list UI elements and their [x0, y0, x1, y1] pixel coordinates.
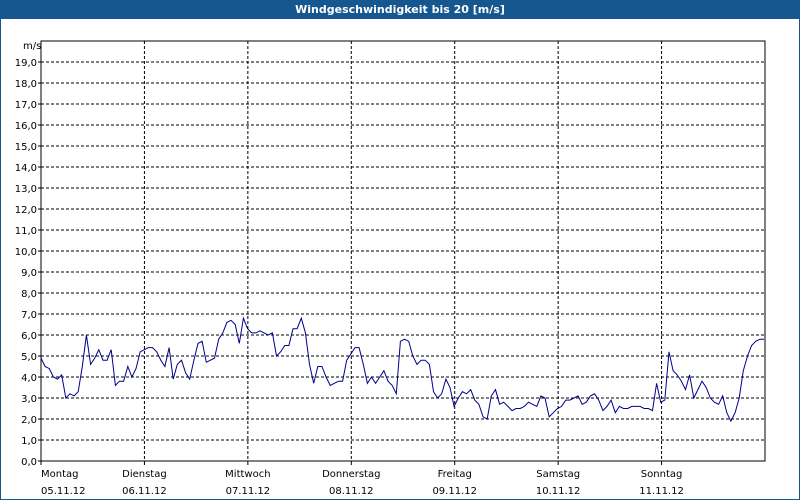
- x-tick-day: Donnerstag: [322, 469, 380, 480]
- x-tick-date: 07.11.12: [226, 486, 271, 497]
- x-tick-day: Dienstag: [122, 469, 167, 480]
- y-tick-label: 3,0: [21, 394, 37, 405]
- y-tick-label: 13,0: [15, 184, 37, 195]
- y-tick-label: 9,0: [21, 268, 37, 279]
- wind-speed-chart: 0,0 1,0 2,0 3,0 4,0 5,0 6,0 7,0 8,0 9,0 10,0 11,0 12…: [15, 40, 766, 497]
- x-tick-day: Samstag: [536, 469, 580, 480]
- x-tick-day: Freitag: [438, 469, 472, 480]
- x-tick-date: 10.11.12: [536, 486, 581, 497]
- y-tick-label: 14,0: [15, 163, 37, 174]
- y-tick-label: 8,0: [21, 289, 37, 300]
- y-tick-label: 10,0: [15, 247, 37, 258]
- x-tick-date: 11.11.12: [639, 486, 684, 497]
- y-tick-label: 7,0: [21, 310, 37, 321]
- y-tick-label: 11,0: [15, 226, 37, 237]
- x-tick-date: 06.11.12: [122, 486, 167, 497]
- y-tick-label: 19,0: [15, 58, 37, 69]
- x-tick-day: Mittwoch: [225, 469, 270, 480]
- x-axis-ticks: Montag 05.11.12 Dienstag 06.11.12 Mittwoch 07…: [40, 461, 684, 497]
- x-tick-date: 08.11.12: [329, 486, 374, 497]
- y-tick-label: 4,0: [21, 373, 37, 384]
- y-tick-label: 1,0: [21, 436, 37, 447]
- y-tick-label: 6,0: [21, 331, 37, 342]
- x-tick-day: Montag: [41, 469, 78, 480]
- x-tick-date: 09.11.12: [432, 486, 477, 497]
- y-tick-label: 16,0: [15, 121, 37, 132]
- y-tick-label: 15,0: [15, 142, 37, 153]
- y-axis-ticks: 0,0 1,0 2,0 3,0 4,0 5,0 6,0 7,0 8,0 9,0 10,0 11,0 12…: [15, 58, 41, 468]
- y-tick-label: 18,0: [15, 79, 37, 90]
- y-tick-label: 2,0: [21, 415, 37, 426]
- x-tick-date: 05.11.12: [41, 486, 86, 497]
- y-tick-label: 5,0: [21, 352, 37, 363]
- y-tick-label: 0,0: [21, 457, 37, 468]
- y-tick-label: 17,0: [15, 100, 37, 111]
- y-tick-label: 12,0: [15, 205, 37, 216]
- y-axis-unit: m/s: [23, 41, 41, 52]
- chart-window: Windgeschwindigkeit bis 20 [m/s] 0,0 1,0 2…: [0, 0, 800, 500]
- x-tick-day: Sonntag: [641, 469, 683, 480]
